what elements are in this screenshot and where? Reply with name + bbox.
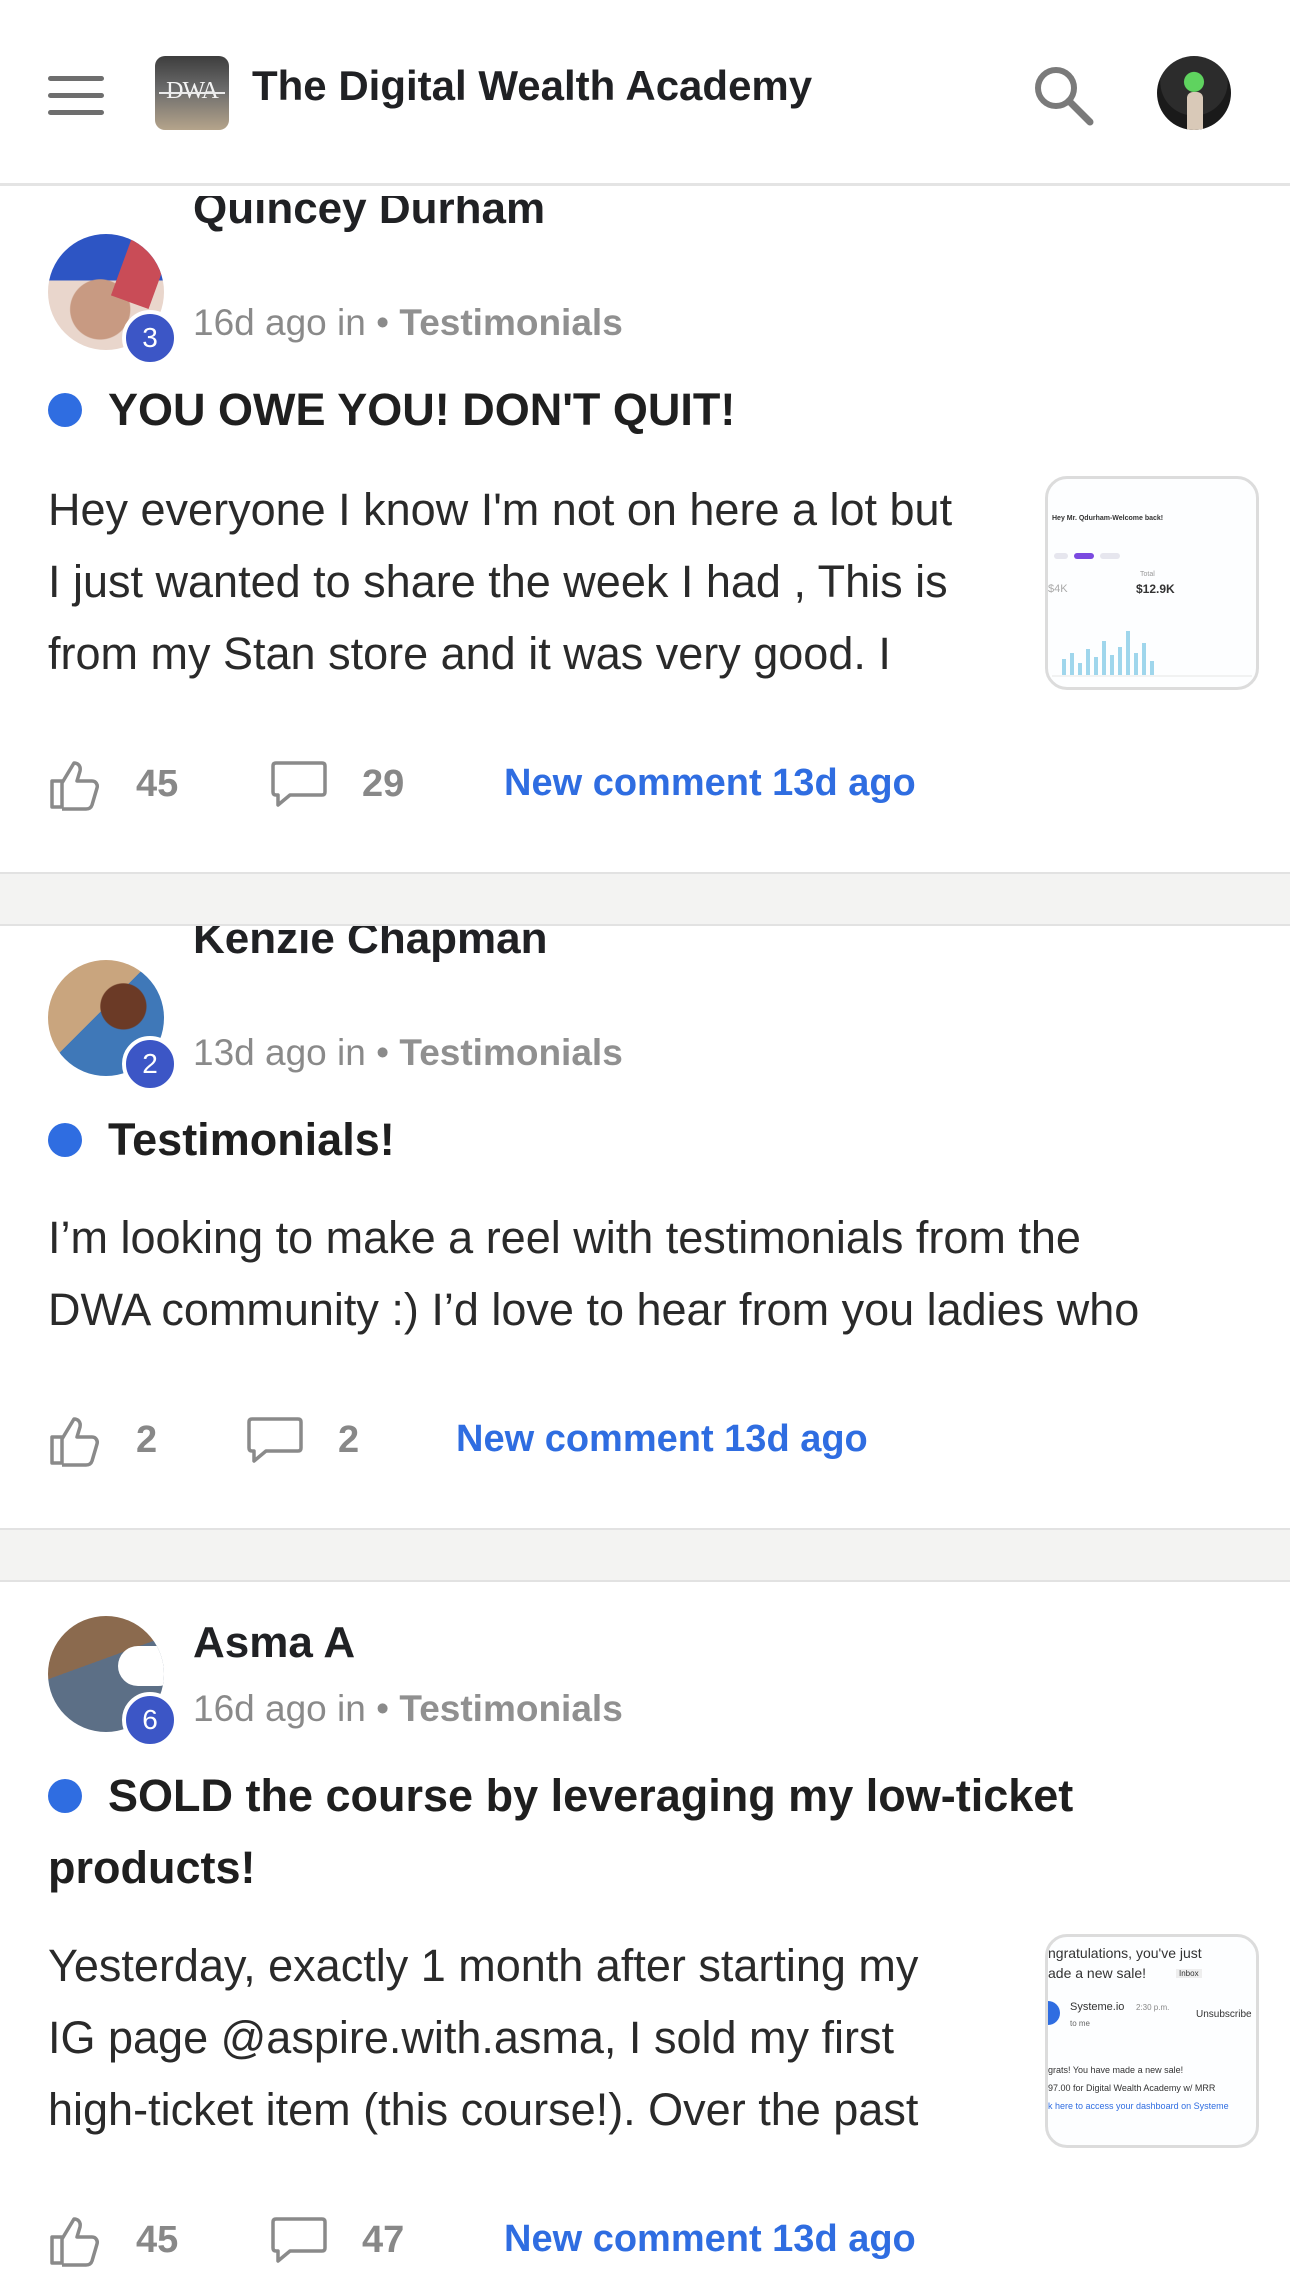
like-count: 45 — [136, 762, 179, 805]
post-title[interactable]: YOU OWE YOU! DON'T QUIT! — [48, 374, 1188, 446]
hamburger-menu-icon[interactable] — [48, 76, 106, 116]
thumbs-up-icon — [50, 761, 99, 811]
like-count: 2 — [136, 1418, 158, 1461]
author-avatar[interactable]: 3 — [48, 234, 178, 366]
author-avatar[interactable]: 2 — [48, 960, 178, 1092]
new-comment-link[interactable]: New comment 13d ago — [504, 762, 916, 805]
unread-dot-icon — [48, 1779, 82, 1813]
author-name[interactable]: Asma A — [193, 1618, 355, 1668]
unread-dot-icon — [48, 393, 82, 427]
post-preview[interactable]: Hey everyone I know I'm not on here a lo… — [48, 474, 1028, 690]
post-time: 16d ago in — [193, 1688, 366, 1729]
like-button[interactable]: 45 — [48, 2210, 178, 2270]
comment-bubble-icon — [271, 2217, 327, 2263]
author-name[interactable]: Kenzie Chapman — [193, 926, 548, 964]
bullet-separator: • — [376, 1032, 400, 1073]
comment-button[interactable]: 2 — [246, 1410, 359, 1470]
comment-button[interactable]: 29 — [270, 754, 404, 814]
post-divider — [0, 872, 1290, 926]
comment-count: 2 — [338, 1418, 360, 1461]
post-time: 13d ago in — [193, 1032, 366, 1073]
bullet-separator: • — [376, 1688, 400, 1729]
thumbs-up-icon — [50, 2217, 99, 2267]
level-badge: 3 — [122, 310, 178, 366]
post-meta: 13d ago in • Testimonials — [193, 1032, 623, 1074]
category-link[interactable]: Testimonials — [399, 302, 622, 343]
post-meta: 16d ago in • Testimonials — [193, 302, 623, 344]
like-count: 45 — [136, 2218, 179, 2261]
post-actions: 45 29 New comment 13d ago — [48, 754, 1248, 814]
comment-bubble-icon — [271, 761, 327, 807]
search-icon[interactable] — [1030, 62, 1096, 128]
post-card[interactable]: 6 Asma A 16d ago in • Testimonials SOLD … — [0, 1582, 1290, 2293]
post-actions: 45 47 New comment 13d ago — [48, 2210, 1248, 2270]
post-preview[interactable]: Yesterday, exactly 1 month after startin… — [48, 1930, 1028, 2146]
post-image-thumbnail[interactable]: Hey Mr. Qdurham-Welcome back! Total $12.… — [1045, 476, 1259, 690]
logo-text: DWA — [155, 78, 229, 105]
post-divider — [0, 1528, 1290, 1582]
new-comment-link[interactable]: New comment 13d ago — [456, 1418, 868, 1461]
bullet-separator: • — [376, 302, 400, 343]
author-avatar[interactable]: 6 — [48, 1616, 178, 1748]
unread-dot-icon — [48, 1123, 82, 1157]
post-image-thumbnail[interactable]: ngratulations, you've just ade a new sal… — [1045, 1934, 1259, 2148]
comment-count: 29 — [362, 762, 405, 805]
author-name[interactable]: Quincey Durham — [193, 196, 545, 234]
post-preview[interactable]: I’m looking to make a reel with testimon… — [48, 1202, 1248, 1346]
app-header: DWA The Digital Wealth Academy — [0, 0, 1290, 186]
comment-button[interactable]: 47 — [270, 2210, 404, 2270]
post-title[interactable]: Testimonials! — [48, 1104, 1188, 1176]
category-link[interactable]: Testimonials — [399, 1688, 622, 1729]
like-button[interactable]: 2 — [48, 1410, 157, 1470]
community-title[interactable]: The Digital Wealth Academy — [252, 62, 812, 110]
post-title[interactable]: SOLD the course by leveraging my low-tic… — [48, 1760, 1188, 1904]
new-comment-link[interactable]: New comment 13d ago — [504, 2218, 916, 2261]
like-button[interactable]: 45 — [48, 754, 178, 814]
level-badge: 2 — [122, 1036, 178, 1092]
category-link[interactable]: Testimonials — [399, 1032, 622, 1073]
community-logo[interactable]: DWA — [155, 56, 229, 130]
level-badge: 6 — [122, 1692, 178, 1748]
post-card[interactable]: 3 Quincey Durham 16d ago in • Testimonia… — [0, 196, 1290, 872]
post-time: 16d ago in — [193, 302, 366, 343]
user-avatar[interactable] — [1157, 56, 1231, 130]
comment-bubble-icon — [247, 1417, 303, 1463]
thumbs-up-icon — [50, 1417, 99, 1467]
post-actions: 2 2 New comment 13d ago — [48, 1410, 1248, 1470]
post-meta: 16d ago in • Testimonials — [193, 1688, 623, 1730]
post-card[interactable]: 2 Kenzie Chapman 13d ago in • Testimonia… — [0, 926, 1290, 1528]
comment-count: 47 — [362, 2218, 405, 2261]
